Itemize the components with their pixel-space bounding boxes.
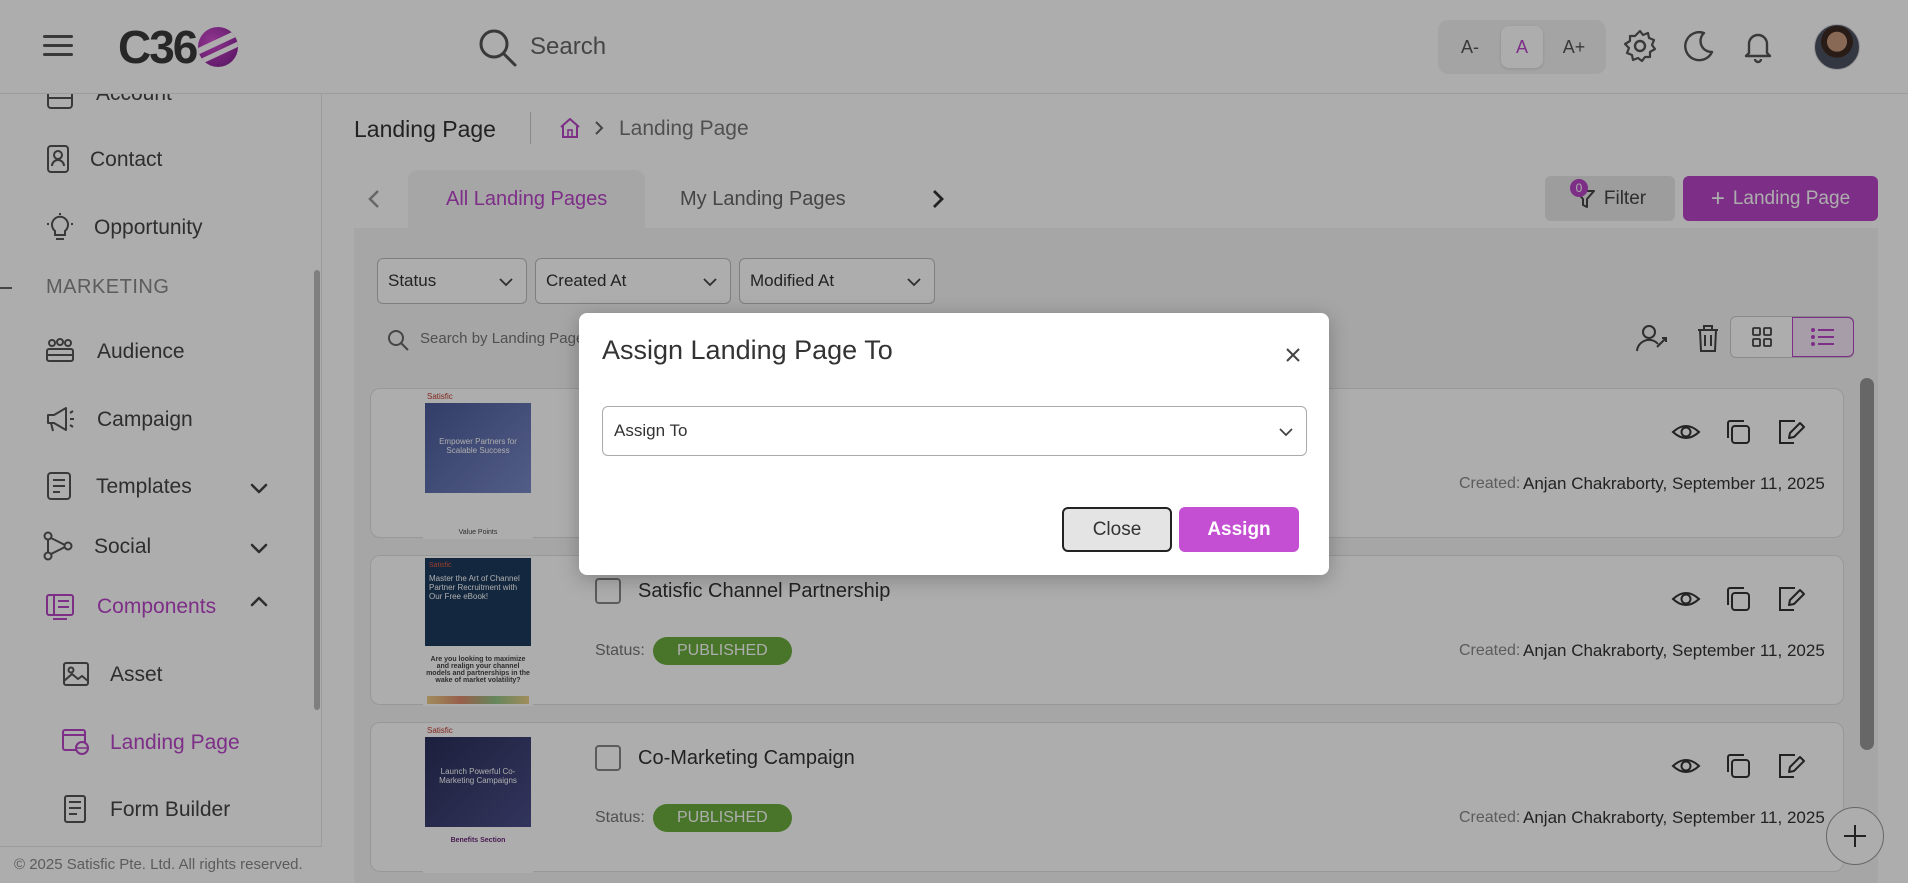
modal-title: Assign Landing Page To <box>602 335 893 365</box>
assign-to-placeholder: Assign To <box>614 421 688 440</box>
close-icon[interactable] <box>1281 343 1305 367</box>
close-button[interactable]: Close <box>1062 507 1172 552</box>
assign-to-select[interactable]: Assign To <box>602 406 1307 456</box>
chevron-down-icon <box>1279 428 1293 437</box>
assign-button[interactable]: Assign <box>1179 507 1299 552</box>
assign-landing-page-modal: Assign Landing Page To Assign To Close A… <box>579 313 1329 575</box>
